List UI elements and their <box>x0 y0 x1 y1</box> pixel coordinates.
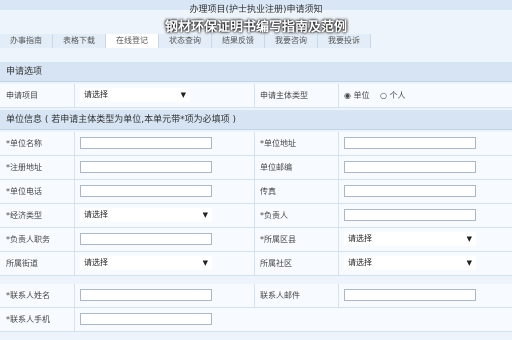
principal-title-input[interactable] <box>80 233 212 245</box>
divider <box>254 228 255 251</box>
unit-postcode-label: 单位邮编 <box>260 163 292 172</box>
section-header-unit: 单位信息 ( 若申请主体类型为单位,本单元带*项为必填项 ) <box>0 110 512 130</box>
contact-email-label: 联系人邮件 <box>260 291 300 300</box>
contact-mobile-label: *联系人手机 <box>6 315 50 324</box>
register-address-label: *注册地址 <box>6 163 42 172</box>
street-select[interactable]: 请选择 ▼ <box>80 256 212 270</box>
divider <box>338 84 339 107</box>
tab-complaint[interactable]: 我要投诉 <box>318 34 371 48</box>
fax-label: 传真 <box>260 187 276 196</box>
principal-title-label: *负责人职务 <box>6 235 50 244</box>
divider <box>338 156 339 179</box>
form-row: *联系人手机 <box>0 308 512 332</box>
street-label: 所属街道 <box>6 259 38 268</box>
tab-online-register[interactable]: 在线登记 <box>106 34 159 48</box>
form-row: *联系人姓名 联系人邮件 <box>0 284 512 308</box>
economic-type-label: *经济类型 <box>6 211 42 220</box>
section-header-apply: 申请选项 <box>0 62 512 82</box>
divider <box>254 84 255 107</box>
contact-name-label: *联系人姓名 <box>6 291 50 300</box>
select-value: 请选择 <box>84 210 108 219</box>
community-label: 所属社区 <box>260 259 292 268</box>
unit-phone-input[interactable] <box>80 185 212 197</box>
select-value: 请选择 <box>348 258 372 267</box>
divider <box>254 180 255 203</box>
divider <box>74 156 75 179</box>
divider <box>74 84 75 107</box>
apply-item-select[interactable]: 请选择 ▼ <box>80 88 190 102</box>
tab-bar: 办事指南 表格下载 在线登记 状态查询 结果反馈 我要咨询 我要投诉 <box>0 34 512 48</box>
form-row: *注册地址 单位邮编 <box>0 156 512 180</box>
divider <box>338 284 339 307</box>
divider <box>74 308 75 331</box>
form-row: 所属街道 请选择 ▼ 所属社区 请选择 ▼ <box>0 252 512 276</box>
contact-name-input[interactable] <box>80 289 212 301</box>
dropdown-arrow-icon: ▼ <box>202 259 208 267</box>
unit-postcode-input[interactable] <box>344 161 476 173</box>
fax-input[interactable] <box>344 185 476 197</box>
divider <box>74 252 75 275</box>
unit-address-input[interactable] <box>344 137 476 149</box>
select-value: 请选择 <box>84 258 108 267</box>
tab-download[interactable]: 表格下载 <box>53 34 106 48</box>
principal-label: *负责人 <box>260 211 288 220</box>
unit-name-input[interactable] <box>80 137 212 149</box>
overlay-banner: 钢材环保证明书编写指南及范例 <box>164 20 347 35</box>
divider <box>338 132 339 155</box>
divider <box>254 156 255 179</box>
divider <box>338 180 339 203</box>
radio-unit[interactable]: ◉ 单位 <box>344 84 370 107</box>
dropdown-arrow-icon: ▼ <box>466 235 472 243</box>
unit-name-label: *单位名称 <box>6 139 42 148</box>
district-select[interactable]: 请选择 ▼ <box>344 232 476 246</box>
district-label: *所属区县 <box>260 235 296 244</box>
page-title: 办理项目(护士执业注册)申请须知 <box>189 5 323 15</box>
economic-type-select[interactable]: 请选择 ▼ <box>80 208 212 222</box>
principal-input[interactable] <box>344 209 476 221</box>
community-select[interactable]: 请选择 ▼ <box>344 256 476 270</box>
unit-phone-label: *单位电话 <box>6 187 42 196</box>
divider <box>254 284 255 307</box>
tab-result-feedback[interactable]: 结果反馈 <box>212 34 265 48</box>
form-row: *负责人职务 *所属区县 请选择 ▼ <box>0 228 512 252</box>
divider <box>338 252 339 275</box>
divider <box>74 228 75 251</box>
tab-guide[interactable]: 办事指南 <box>0 34 53 48</box>
divider <box>74 132 75 155</box>
apply-type-label: 申请主体类型 <box>260 91 308 100</box>
contact-email-input[interactable] <box>344 289 476 301</box>
radio-person[interactable]: ○ 个人 <box>380 84 406 107</box>
divider <box>254 252 255 275</box>
apply-item-label: 申请项目 <box>6 91 38 100</box>
radio-person-label: 个人 <box>389 91 406 100</box>
form-row: *经济类型 请选择 ▼ *负责人 <box>0 204 512 228</box>
contact-mobile-input[interactable] <box>80 313 212 325</box>
tab-consult[interactable]: 我要咨询 <box>265 34 318 48</box>
dropdown-arrow-icon: ▼ <box>180 91 186 99</box>
radio-unit-label: 单位 <box>353 91 370 100</box>
dropdown-arrow-icon: ▼ <box>466 259 472 267</box>
divider <box>254 132 255 155</box>
form-row-apply: 申请项目 请选择 ▼ 申请主体类型 ◉ 单位 ○ 个人 <box>0 84 512 108</box>
select-value: 请选择 <box>348 234 372 243</box>
divider <box>74 204 75 227</box>
divider <box>74 180 75 203</box>
form-row: *单位名称 *单位地址 <box>0 132 512 156</box>
divider <box>338 228 339 251</box>
register-address-input[interactable] <box>80 161 212 173</box>
tab-status-query[interactable]: 状态查询 <box>159 34 212 48</box>
select-value: 请选择 <box>84 90 108 99</box>
form-row: *单位电话 传真 <box>0 180 512 204</box>
unit-address-label: *单位地址 <box>260 139 296 148</box>
dropdown-arrow-icon: ▼ <box>202 211 208 219</box>
divider <box>338 204 339 227</box>
divider <box>254 204 255 227</box>
divider <box>74 284 75 307</box>
